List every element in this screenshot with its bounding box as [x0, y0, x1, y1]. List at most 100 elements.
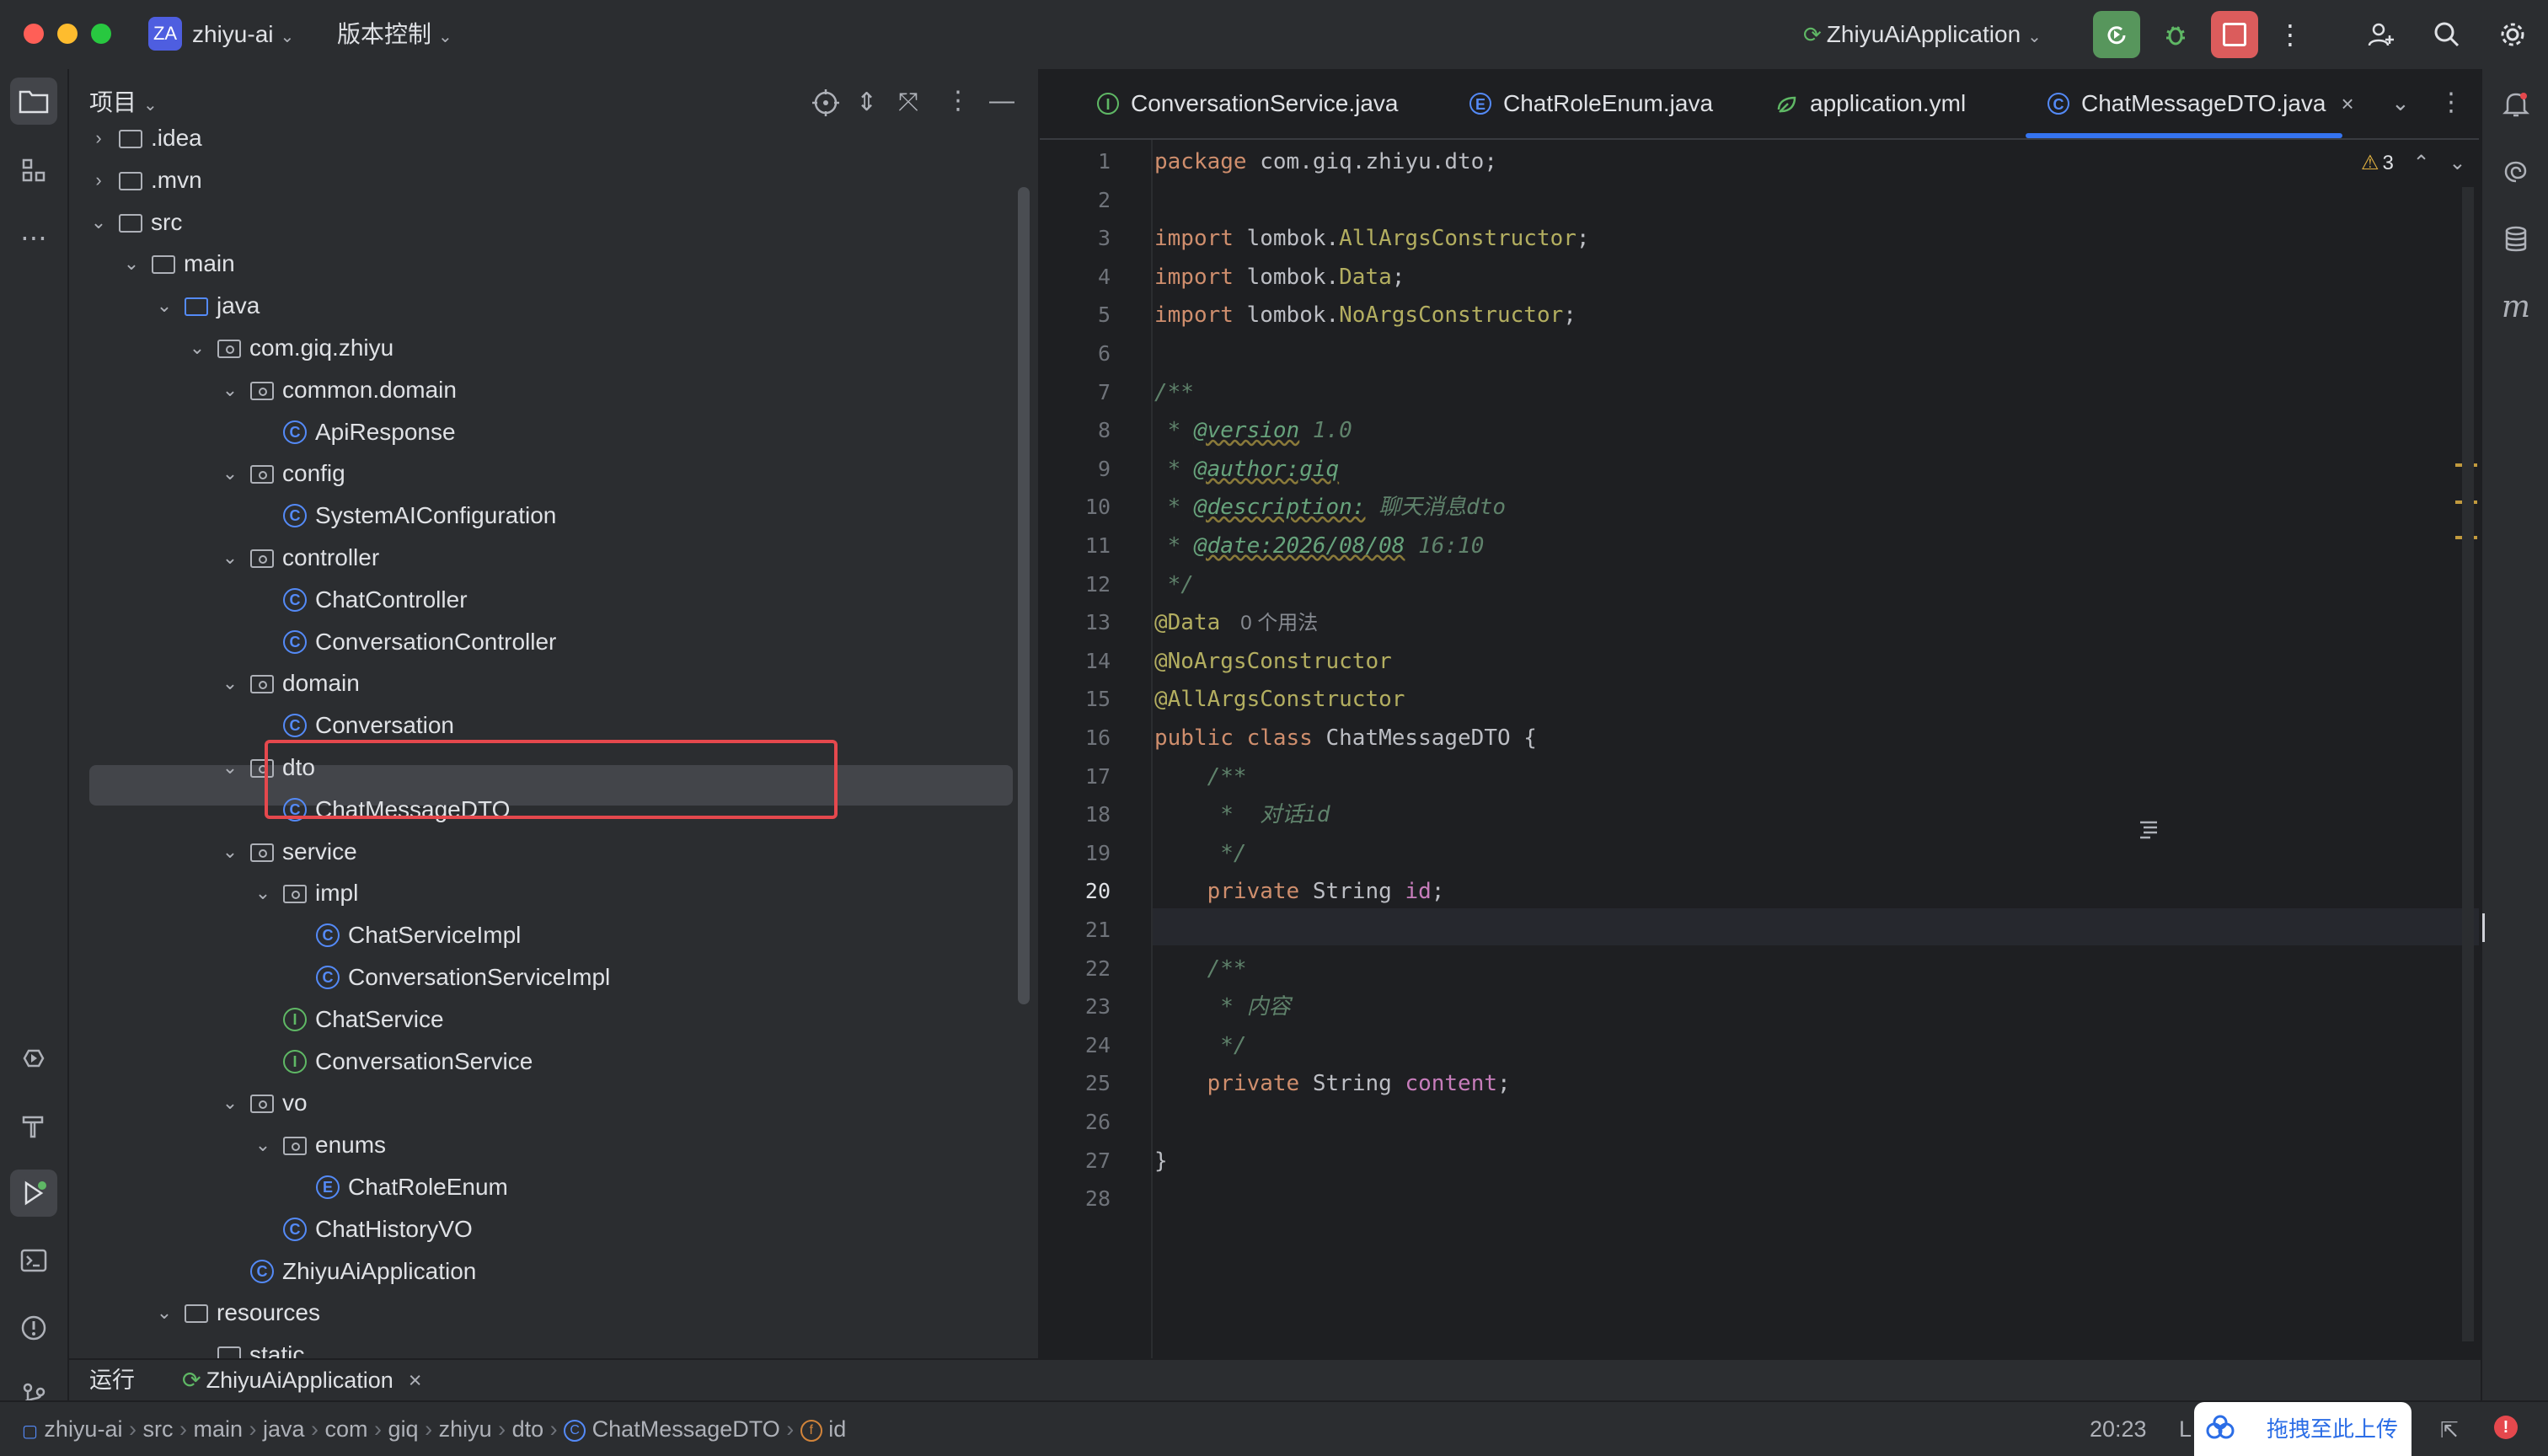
code-line[interactable]: @Data 0 个用法 [1154, 604, 1318, 641]
chevron-down-icon[interactable]: ⌄ [218, 832, 242, 872]
project-scrollbar[interactable] [1018, 187, 1030, 1004]
run-tab-label[interactable]: 运行 [89, 1363, 135, 1397]
chevron-down-icon[interactable]: ⌄ [218, 453, 242, 494]
tree-item-package[interactable]: ⌄ controller [69, 538, 1038, 578]
code-line[interactable]: } [1154, 1143, 1168, 1180]
chevron-down-icon[interactable]: ⌄ [153, 286, 176, 326]
code-vision-icon[interactable] [2138, 819, 2165, 843]
close-tab-icon[interactable]: × [2342, 91, 2354, 116]
chevron-down-icon[interactable]: ⌄ [218, 370, 242, 410]
tree-item-interface[interactable]: I ChatService [69, 999, 1038, 1040]
code-line[interactable]: * 内容 [1154, 988, 1290, 1025]
chevron-down-icon[interactable]: ⌄ [218, 538, 242, 578]
tree-item-package[interactable]: ⌄ common.domain [69, 370, 1038, 410]
previous-highlight-icon[interactable]: ⌃ [2413, 152, 2430, 174]
breadcrumb-item[interactable]: zhiyu-ai [44, 1416, 122, 1442]
settings-button[interactable] [2489, 11, 2536, 58]
tree-item-srcfolder[interactable]: ⌄ java [69, 286, 1038, 326]
tab-conversation-service[interactable]: I ConversationService.java [1097, 69, 1399, 138]
collapse-all-icon[interactable]: ⤧ [898, 88, 918, 118]
database-button[interactable] [2492, 216, 2540, 263]
breadcrumb-item[interactable]: ChatMessageDTO [592, 1416, 780, 1442]
breadcrumb-item[interactable]: java [263, 1416, 305, 1442]
tree-item-package[interactable]: ⌄ vo [69, 1083, 1038, 1123]
breadcrumb-item[interactable]: giq [388, 1416, 419, 1442]
chevron-down-icon[interactable]: ⌄ [218, 747, 242, 788]
project-selector[interactable]: zhiyu-ai ⌄ [192, 17, 294, 55]
code-line[interactable]: /** [1154, 374, 1194, 411]
tree-item-class[interactable]: C SystemAIConfiguration [69, 495, 1038, 536]
editor-more-icon[interactable]: ⋮ [2438, 86, 2464, 120]
stop-button[interactable] [2211, 11, 2258, 58]
code-line[interactable]: * @description: 聊天消息dto [1154, 489, 1506, 526]
services-tool-button[interactable] [10, 1035, 57, 1082]
chevron-down-icon[interactable]: ⌄ [218, 1083, 242, 1123]
chevron-down-icon[interactable]: ⌄ [218, 663, 242, 704]
notifications-button[interactable] [2492, 81, 2540, 128]
rerun-button[interactable] [2093, 11, 2140, 58]
breadcrumb-item[interactable]: com [325, 1416, 368, 1442]
ai-assistant-button[interactable] [2492, 148, 2540, 195]
more-tools-icon[interactable]: ⋯ [10, 214, 57, 261]
code-line[interactable]: * @date:2026/08/08 16:10 [1154, 527, 1485, 565]
tab-chat-message-dto[interactable]: C ChatMessageDTO.java × [2048, 69, 2354, 138]
code-line[interactable]: * @version 1.0 [1154, 412, 1352, 449]
chevron-down-icon[interactable]: ⌄ [87, 202, 110, 243]
more-options-icon[interactable]: ⋮ [945, 86, 971, 116]
code-line[interactable]: */ [1154, 1027, 1246, 1064]
tree-item-package[interactable]: ⌄ com.giq.zhiyu [69, 328, 1038, 368]
code-line[interactable]: package com.giq.zhiyu.dto; [1154, 143, 1497, 180]
tree-item-folder[interactable]: › .idea [69, 118, 1038, 158]
chevron-right-icon[interactable]: › [87, 118, 110, 158]
close-window-button[interactable] [24, 24, 44, 44]
tab-chat-role-enum[interactable]: E ChatRoleEnum.java [1469, 69, 1713, 138]
breadcrumb-item[interactable]: main [193, 1416, 243, 1442]
tree-item-class[interactable]: C ChatHistoryVO [69, 1209, 1038, 1250]
code-line[interactable]: */ [1154, 566, 1194, 603]
code-line[interactable]: import lombok.NoArgsConstructor; [1154, 297, 1576, 334]
code-line[interactable]: /** [1154, 950, 1247, 988]
tab-list-chevron-icon[interactable]: ⌄ [2391, 86, 2410, 120]
breadcrumb-item[interactable]: id [828, 1416, 846, 1442]
breadcrumb-item[interactable]: zhiyu [439, 1416, 492, 1442]
code-line[interactable]: * 对话id [1154, 796, 1330, 833]
tree-item-class[interactable]: C ChatServiceImpl [69, 915, 1038, 956]
code-line[interactable]: import lombok.Data; [1154, 259, 1405, 296]
tree-item-class[interactable]: C ConversationController [69, 622, 1038, 662]
code-line[interactable]: @AllArgsConstructor [1154, 681, 1405, 718]
next-highlight-icon[interactable]: ⌄ [2449, 152, 2465, 174]
tree-item-class[interactable]: C ApiResponse [69, 412, 1038, 452]
run-tool-button[interactable] [10, 1170, 57, 1217]
search-button[interactable] [2423, 11, 2470, 58]
maven-icon[interactable]: m [2492, 283, 2540, 330]
vcs-menu[interactable]: 版本控制 ⌄ [337, 17, 452, 55]
tree-item-package[interactable]: ⌄ impl [69, 873, 1038, 913]
run-config-tab[interactable]: ⟳ ZhiyuAiApplication × [182, 1363, 422, 1397]
upload-drop-zone[interactable]: 拖拽至此上传 [2194, 1402, 2412, 1456]
maximize-window-button[interactable] [91, 24, 111, 44]
close-run-tab-icon[interactable]: × [409, 1368, 422, 1393]
code-line[interactable]: import lombok.AllArgsConstructor; [1154, 220, 1590, 257]
chevron-down-icon[interactable]: ⌄ [185, 328, 209, 368]
expand-all-icon[interactable]: ⇕ [856, 88, 877, 118]
tree-item-interface[interactable]: I ConversationService [69, 1041, 1038, 1082]
tree-item-resfolder[interactable]: ⌄ resources [69, 1293, 1038, 1333]
code-line[interactable]: */ [1154, 835, 1246, 872]
run-config-selector[interactable]: ⟳ ZhiyuAiApplication ⌄ [1803, 17, 2042, 55]
tree-item-folder[interactable]: ⌄ src [69, 202, 1038, 243]
build-tool-button[interactable] [10, 1102, 57, 1149]
tree-item-package[interactable]: ⌄ service [69, 832, 1038, 872]
read-only-lock-icon[interactable]: ⇱ [2440, 1417, 2459, 1443]
tree-item-folder[interactable]: static [69, 1335, 1038, 1358]
locate-file-icon[interactable] [811, 88, 841, 118]
tree-item-app[interactable]: C ZhiyuAiApplication [69, 1251, 1038, 1292]
code-line[interactable]: @NoArgsConstructor [1154, 643, 1392, 680]
line-separator-indicator[interactable]: L [2179, 1410, 2192, 1448]
cursor-position[interactable]: 20:23 [2090, 1410, 2147, 1448]
project-tool-button[interactable] [10, 78, 57, 125]
tree-item-package[interactable]: ⌄ domain [69, 663, 1038, 704]
tree-item-enum[interactable]: E ChatRoleEnum [69, 1167, 1038, 1207]
chevron-down-icon[interactable]: ⌄ [120, 244, 143, 284]
tree-item-folder[interactable]: › .mvn [69, 160, 1038, 201]
tab-application-yml[interactable]: application.yml [1776, 69, 1966, 138]
